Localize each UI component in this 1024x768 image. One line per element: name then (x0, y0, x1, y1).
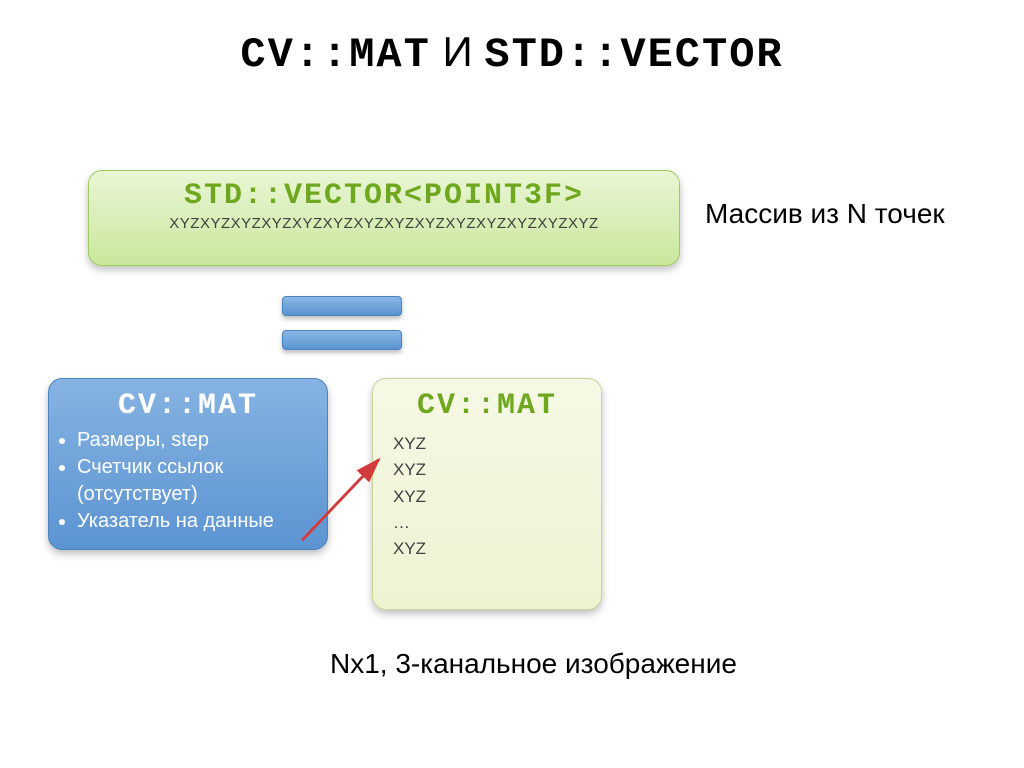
cvmat-data-title: CV::MAT (373, 379, 601, 423)
cvmat-data-rows: XYZ XYZ XYZ … XYZ (373, 423, 601, 563)
data-row: XYZ (393, 457, 601, 483)
data-row: … (393, 510, 601, 536)
data-row: XYZ (393, 484, 601, 510)
cvmat-header-list: Размеры, step Счетчик ссылок (отсутствуе… (77, 427, 327, 535)
list-item: Счетчик ссылок (отсутствует) (77, 454, 327, 508)
footer-caption: Nx1, 3-канальное изображение (330, 648, 737, 680)
cvmat-header-box: CV::MAT Размеры, step Счетчик ссылок (от… (48, 378, 328, 550)
vector-box: STD::VECTOR<POINT3F> XYZXYZXYZXYZXYZXYZX… (88, 170, 680, 266)
equals-bar (282, 296, 402, 316)
cvmat-data-box: CV::MAT XYZ XYZ XYZ … XYZ (372, 378, 602, 610)
equals-icon (282, 296, 402, 364)
list-item: Размеры, step (77, 427, 327, 454)
side-caption: Массив из N точек (705, 198, 945, 230)
title-stdvector: STD::VECTOR (484, 31, 783, 79)
title-sep: И (431, 28, 485, 75)
vector-box-header: STD::VECTOR<POINT3F> (89, 171, 679, 213)
data-row: XYZ (393, 536, 601, 562)
title-cvmat: CV::MAT (240, 31, 430, 79)
vector-box-body: XYZXYZXYZXYZXYZXYZXYZXYZXYZXYZXYZXYZXYZX… (89, 213, 679, 232)
data-row: XYZ (393, 431, 601, 457)
equals-bar (282, 330, 402, 350)
cvmat-header-title: CV::MAT (49, 389, 327, 423)
list-item: Указатель на данные (77, 508, 327, 535)
slide-title: CV::MAT И STD::VECTOR (0, 28, 1024, 79)
